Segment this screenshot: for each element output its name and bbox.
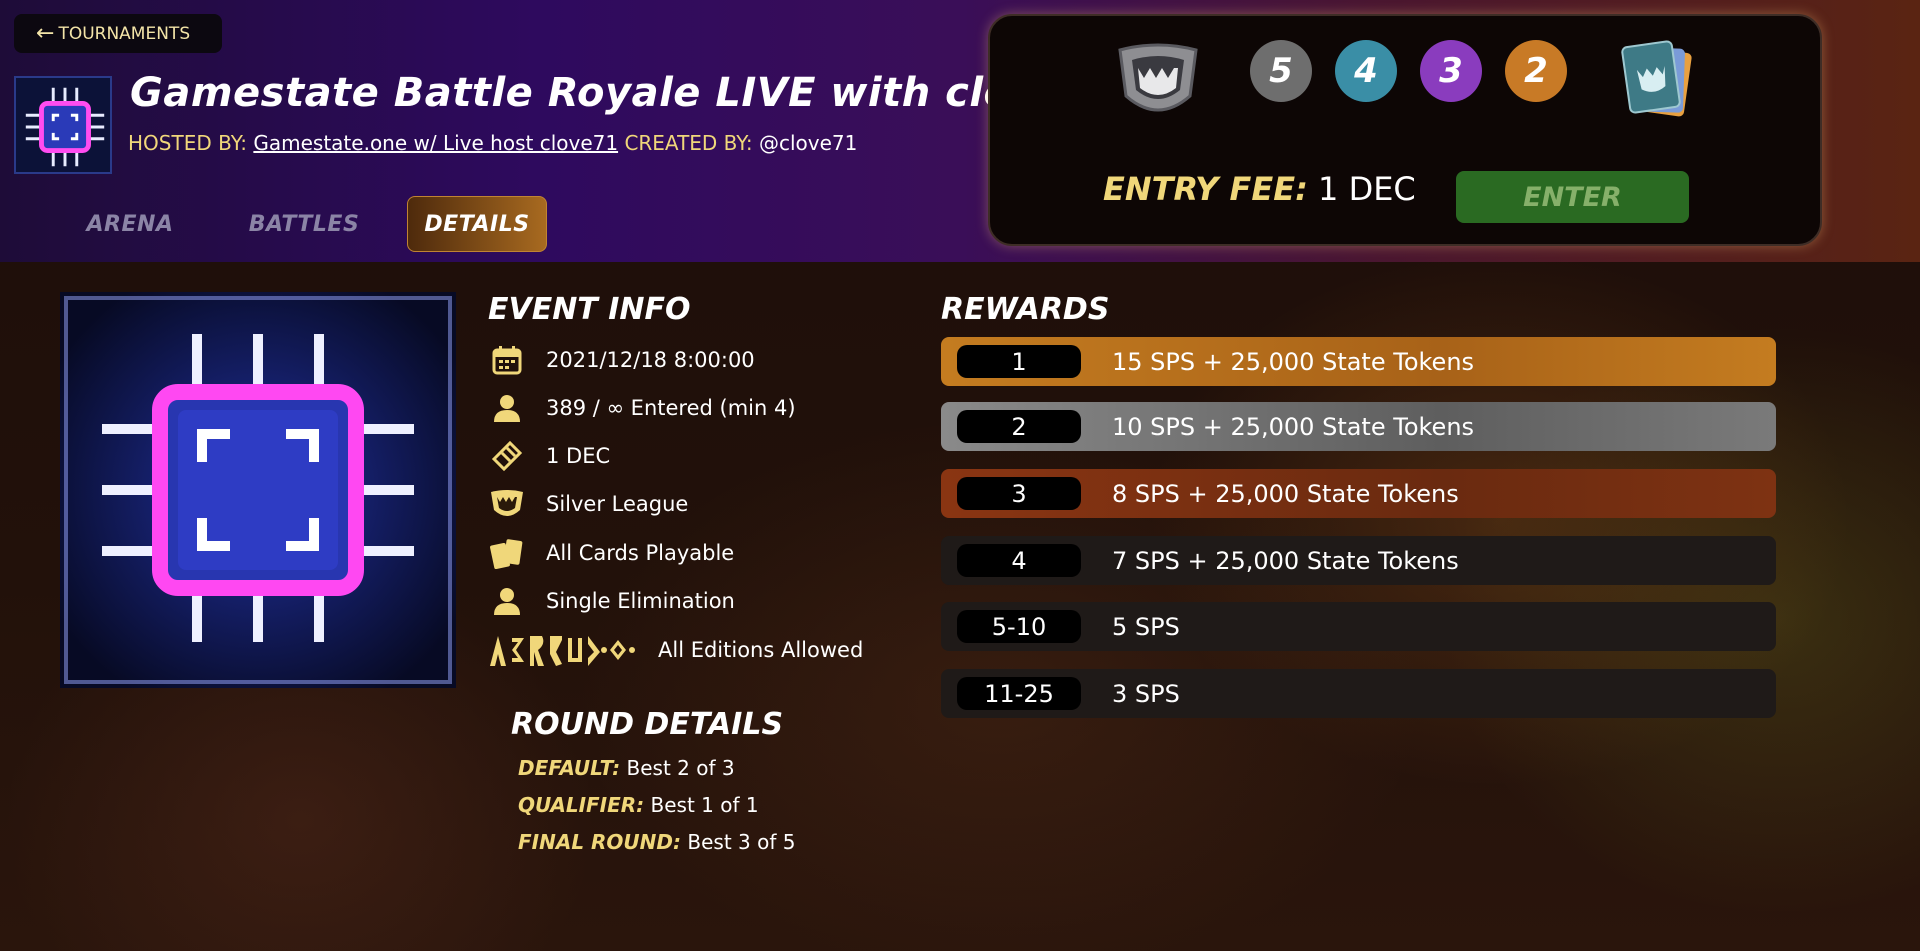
round-value-qualifier: Best 1 of 1 xyxy=(650,793,759,817)
cards-icon xyxy=(1610,32,1706,128)
reward-row-5-10: 5-10 5 SPS xyxy=(941,602,1776,651)
reward-place: 2 xyxy=(957,410,1081,443)
reward-row-11-25: 11-25 3 SPS xyxy=(941,669,1776,718)
event-start-row: 2021/12/18 8:00:00 xyxy=(488,340,755,380)
rating-badge-2: 2 xyxy=(1505,40,1567,102)
reward-row-4: 4 7 SPS + 25,000 State Tokens xyxy=(941,536,1776,585)
event-entered-row: 389 / ∞ Entered (min 4) xyxy=(488,388,796,428)
calendar-icon xyxy=(488,341,526,379)
tab-details[interactable]: DETAILS xyxy=(407,196,547,252)
entry-fee: ENTRY FEE: 1 DEC xyxy=(1103,170,1416,208)
silver-league-icon xyxy=(1110,32,1206,128)
reward-place: 11-25 xyxy=(957,677,1081,710)
tournament-host-line: HOSTED BY: Gamestate.one w/ Live host cl… xyxy=(128,131,857,155)
reward-row-1: 1 15 SPS + 25,000 State Tokens xyxy=(941,337,1776,386)
tab-battles[interactable]: BATTLES xyxy=(234,196,374,252)
ticket-icon xyxy=(488,437,526,475)
reward-place: 1 xyxy=(957,345,1081,378)
rating-badge-5: 5 xyxy=(1250,40,1312,102)
event-start-text: 2021/12/18 8:00:00 xyxy=(546,348,755,372)
event-cards-row: All Cards Playable xyxy=(488,533,734,573)
enter-button[interactable]: ENTER xyxy=(1456,171,1689,223)
arrow-left-icon: ← xyxy=(36,20,55,46)
event-league-text: Silver League xyxy=(546,492,689,516)
reward-prize: 7 SPS + 25,000 State Tokens xyxy=(1112,546,1459,575)
entry-fee-value: 1 DEC xyxy=(1318,170,1416,208)
tournament-logo-large xyxy=(60,292,456,688)
round-label-qualifier: QUALIFIER: xyxy=(518,793,645,817)
reward-prize: 5 SPS xyxy=(1112,612,1180,641)
round-row-default: DEFAULT: Best 2 of 3 xyxy=(518,756,735,780)
rewards-title: REWARDS xyxy=(941,292,1110,327)
tournament-title: Gamestate Battle Royale LIVE with clove7… xyxy=(130,70,1123,116)
tab-arena[interactable]: ARENA xyxy=(60,196,200,252)
tournament-logo-small xyxy=(14,76,112,174)
round-value-default: Best 2 of 3 xyxy=(626,756,735,780)
event-format-text: Single Elimination xyxy=(546,589,735,613)
user-icon xyxy=(488,389,526,427)
event-format-row: Single Elimination xyxy=(488,581,735,621)
host-link[interactable]: Gamestate.one w/ Live host clove71 xyxy=(253,131,618,155)
hosted-by-label: HOSTED BY: xyxy=(128,131,248,155)
player-icon xyxy=(488,582,526,620)
reward-row-3: 3 8 SPS + 25,000 State Tokens xyxy=(941,469,1776,518)
round-details-title: ROUND DETAILS xyxy=(511,707,784,742)
event-fee-text: 1 DEC xyxy=(546,444,611,468)
round-label-final: FINAL ROUND: xyxy=(518,830,682,854)
reward-prize: 15 SPS + 25,000 State Tokens xyxy=(1112,347,1475,376)
round-label-default: DEFAULT: xyxy=(518,756,621,780)
reward-place: 4 xyxy=(957,544,1081,577)
event-entered-text: 389 / ∞ Entered (min 4) xyxy=(546,396,796,420)
league-icon xyxy=(488,485,526,523)
back-button-label: TOURNAMENTS xyxy=(58,23,191,44)
creator-name: @clove71 xyxy=(758,131,858,155)
tournament-tabs: ARENA BATTLES DETAILS xyxy=(60,196,547,252)
event-cards-text: All Cards Playable xyxy=(546,541,735,565)
rating-badge-3: 3 xyxy=(1420,40,1482,102)
round-value-final: Best 3 of 5 xyxy=(687,830,796,854)
event-info-title: EVENT INFO xyxy=(488,292,691,327)
event-editions-text: All Editions Allowed xyxy=(658,638,864,662)
event-league-row: Silver League xyxy=(488,484,688,524)
reward-row-2: 2 10 SPS + 25,000 State Tokens xyxy=(941,402,1776,451)
cards-small-icon xyxy=(488,534,526,572)
round-row-final: FINAL ROUND: Best 3 of 5 xyxy=(518,830,795,854)
reward-place: 5-10 xyxy=(957,610,1081,643)
back-to-tournaments-button[interactable]: ← TOURNAMENTS xyxy=(14,14,222,53)
event-editions-row: All Editions Allowed xyxy=(488,630,863,670)
entry-fee-label: ENTRY FEE: xyxy=(1103,170,1308,208)
created-by-label: CREATED BY: xyxy=(624,131,753,155)
reward-prize: 10 SPS + 25,000 State Tokens xyxy=(1112,412,1475,441)
entry-panel: 5 4 3 2 ENTRY FEE: 1 DEC ENTER xyxy=(988,14,1822,246)
round-row-qualifier: QUALIFIER: Best 1 of 1 xyxy=(518,793,759,817)
reward-place: 3 xyxy=(957,477,1081,510)
reward-prize: 8 SPS + 25,000 State Tokens xyxy=(1112,479,1459,508)
rating-badge-4: 4 xyxy=(1335,40,1397,102)
editions-icon xyxy=(488,631,648,669)
reward-prize: 3 SPS xyxy=(1112,679,1180,708)
event-fee-row: 1 DEC xyxy=(488,436,610,476)
